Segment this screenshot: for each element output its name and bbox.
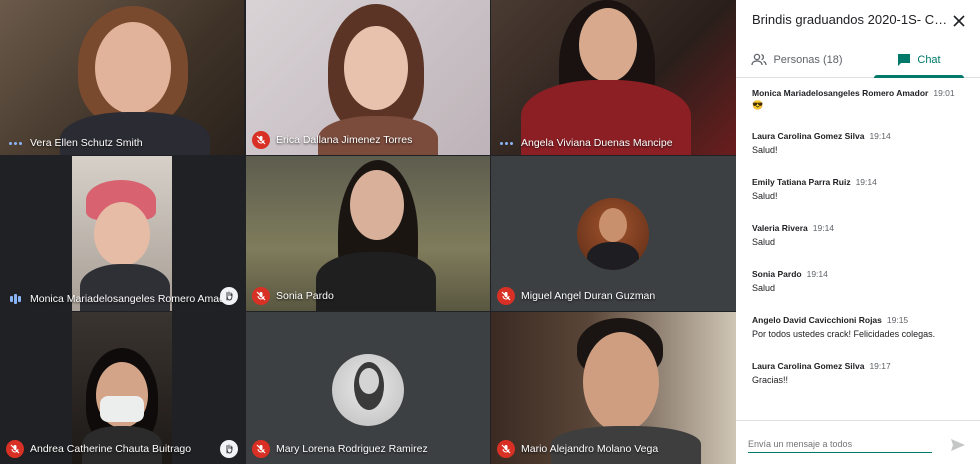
send-icon[interactable]: [950, 437, 966, 453]
chat-time: 19:14: [812, 223, 835, 233]
video-grid: Vera Ellen Schutz Smith Erica Dallana Ji…: [0, 0, 736, 464]
participant-tile[interactable]: Miguel Angel Duran Guzman: [491, 156, 736, 311]
chat-text: Salud: [752, 237, 776, 247]
chat-sender: Sonia Pardo: [752, 269, 802, 279]
people-icon: [751, 53, 768, 65]
chat-time: 19:01: [933, 88, 955, 98]
chat-text: Gracias!!: [752, 375, 789, 385]
participant-tile[interactable]: Monica Mariadelosangeles Romero Amador: [0, 156, 244, 311]
participant-name: Angela Viviana Duenas Mancipe: [521, 137, 673, 149]
participant-nameplate: Sonia Pardo: [252, 287, 334, 305]
participant-name: Monica Mariadelosangeles Romero Amador: [30, 293, 235, 305]
participant-name: Mary Lorena Rodriguez Ramirez: [276, 443, 428, 455]
participant-nameplate: Erica Dallana Jimenez Torres: [252, 131, 412, 149]
speaking-indicator-icon: [497, 141, 515, 145]
mic-off-icon: [252, 131, 270, 149]
avatar: [577, 198, 649, 270]
tab-chat[interactable]: Chat: [858, 42, 980, 78]
audio-level-icon: [6, 294, 24, 304]
participant-nameplate: Mario Alejandro Molano Vega: [497, 440, 658, 458]
hand-raised-icon: [220, 287, 238, 305]
chat-sender: Laura Carolina Gomez Silva: [752, 361, 865, 371]
participant-name: Sonia Pardo: [276, 290, 334, 302]
participant-nameplate: Andrea Catherine Chauta Buitrago: [6, 440, 191, 458]
chat-message: Sonia Pardo 19:14 Salud: [752, 269, 972, 293]
chat-time: 19:14: [806, 269, 828, 279]
participant-nameplate: Miguel Angel Duran Guzman: [497, 287, 655, 305]
mic-off-icon: [497, 287, 515, 305]
chat-message: Laura Carolina Gomez Silva 19:14 Salud!: [752, 131, 972, 155]
chat-sender: Emily Tatiana Parra Ruiz: [752, 177, 851, 187]
chat-time: 19:17: [869, 361, 891, 371]
tab-chat-label: Chat: [917, 53, 941, 66]
participant-tile[interactable]: Mary Lorena Rodriguez Ramirez: [246, 312, 490, 464]
participant-name: Miguel Angel Duran Guzman: [521, 290, 656, 302]
participant-nameplate: Monica Mariadelosangeles Romero Amador: [6, 293, 234, 305]
chat-icon: [898, 53, 911, 66]
mic-off-icon: [252, 440, 270, 458]
participant-tile[interactable]: Mario Alejandro Molano Vega: [491, 312, 736, 464]
chat-text: Salud: [752, 283, 776, 293]
mic-off-icon: [497, 440, 515, 458]
chat-text: 😎: [752, 100, 764, 110]
participant-tile[interactable]: Vera Ellen Schutz Smith: [0, 0, 244, 155]
chat-sender: Monica Mariadelosangeles Romero Amador: [752, 88, 929, 98]
chat-message: Monica Mariadelosangeles Romero Amador 19…: [752, 88, 972, 111]
participant-tile[interactable]: Andrea Catherine Chauta Buitrago: [0, 312, 244, 464]
participant-nameplate: Vera Ellen Schutz Smith: [6, 137, 143, 149]
speaking-indicator-icon: [6, 141, 24, 145]
participant-name: Vera Ellen Schutz Smith: [30, 137, 143, 149]
chat-composer: [736, 420, 980, 464]
chat-time: 19:14: [869, 131, 891, 141]
chat-message: Valeria Rivera 19:14 Salud: [752, 223, 972, 247]
panel-tabs: Personas (18) Chat: [736, 42, 980, 78]
chat-input[interactable]: [748, 435, 932, 453]
chat-message: Laura Carolina Gomez Silva 19:17 Gracias!…: [752, 361, 972, 385]
participant-name: Mario Alejandro Molano Vega: [521, 443, 659, 455]
meeting-title: Brindis graduandos 2020-1S- Co...: [752, 12, 952, 27]
avatar: [332, 354, 404, 426]
close-icon[interactable]: [950, 12, 968, 30]
tab-people-label: Personas (18): [773, 53, 843, 66]
participant-tile[interactable]: Angela Viviana Duenas Mancipe: [491, 0, 736, 155]
chat-time: 19:15: [886, 315, 909, 325]
participant-name: Andrea Catherine Chauta Buitrago: [30, 443, 192, 455]
participant-name: Erica Dallana Jimenez Torres: [276, 134, 413, 146]
chat-sender: Laura Carolina Gomez Silva: [752, 131, 865, 141]
chat-text: Salud!: [752, 145, 778, 155]
side-panel: Brindis graduandos 2020-1S- Co... Person…: [736, 0, 980, 464]
mic-off-icon: [252, 287, 270, 305]
chat-message-list: Monica Mariadelosangeles Romero Amador 19…: [752, 88, 972, 407]
participant-tile[interactable]: Sonia Pardo: [246, 156, 490, 311]
chat-text: Por todos ustedes crack! Felicidades col…: [752, 329, 936, 339]
chat-time: 19:14: [855, 177, 877, 187]
chat-text: Salud!: [752, 191, 778, 201]
hand-raised-icon: [220, 440, 238, 458]
chat-sender: Valeria Rivera: [752, 223, 808, 233]
participant-nameplate: Angela Viviana Duenas Mancipe: [497, 137, 673, 149]
mic-off-icon: [6, 440, 24, 458]
tab-people[interactable]: Personas (18): [736, 42, 858, 77]
participant-tile[interactable]: Erica Dallana Jimenez Torres: [246, 0, 490, 155]
chat-message: Angelo David Cavicchioni Rojas 19:15 Por …: [752, 315, 972, 339]
chat-message: Emily Tatiana Parra Ruiz 19:14 Salud!: [752, 177, 972, 201]
meet-window: Vera Ellen Schutz Smith Erica Dallana Ji…: [0, 0, 980, 464]
participant-nameplate: Mary Lorena Rodriguez Ramirez: [252, 440, 428, 458]
chat-sender: Angelo David Cavicchioni Rojas: [752, 315, 882, 325]
